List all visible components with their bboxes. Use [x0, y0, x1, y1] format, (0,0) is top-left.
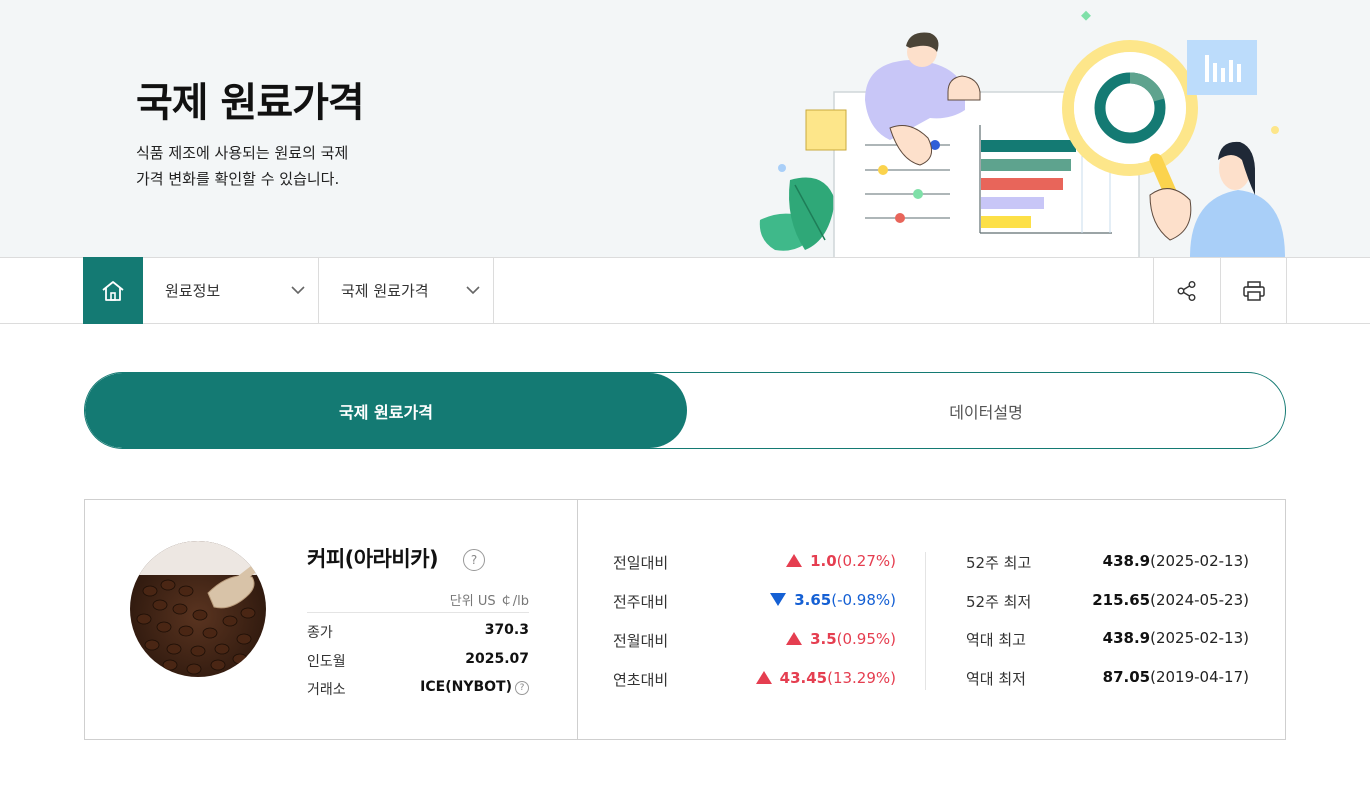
change-row-week: 전주대비 3.65(-0.98%) — [613, 590, 896, 612]
extreme-row-52w-low: 52주 최저 215.65(2024-05-23) — [966, 590, 1249, 612]
info-row-exchange: 거래소 ICE(NYBOT) ? — [307, 679, 529, 699]
extreme-row-alltime-high: 역대 최고 438.9(2025-02-13) — [966, 628, 1249, 650]
extreme-label: 역대 최저 — [966, 670, 1026, 688]
change-label: 전월대비 — [613, 632, 669, 650]
info-label: 거래소 — [307, 682, 346, 698]
extreme-value: 87.05(2019-04-17) — [1103, 668, 1249, 686]
print-icon — [1242, 280, 1265, 301]
change-label: 전주대비 — [613, 593, 669, 611]
extreme-price: 215.65 — [1092, 591, 1151, 609]
unit-label: 단위 US ￠/lb — [449, 594, 529, 609]
change-label: 전일대비 — [613, 554, 669, 572]
info-value: ICE(NYBOT) — [420, 679, 512, 695]
nav-dropdown-material-info[interactable]: 원료정보 — [143, 258, 319, 323]
extreme-label: 52주 최저 — [966, 593, 1032, 611]
page-description-line-2: 가격 변화를 확인할 수 있습니다. — [136, 170, 340, 188]
extreme-value: 438.9(2025-02-13) — [1103, 629, 1249, 647]
chevron-down-icon — [291, 286, 305, 295]
price-card: 커피(아라비카) ? 단위 US ￠/lb 종가 370.3 인도월 2025.… — [84, 499, 1286, 740]
coffee-beans-image — [130, 541, 266, 677]
home-button[interactable] — [83, 257, 143, 324]
change-percent: (13.29%) — [827, 669, 896, 687]
tab-intl-price[interactable]: 국제 원료가격 — [85, 373, 687, 448]
tab-data-description[interactable]: 데이터설명 — [687, 373, 1285, 448]
change-amount: 43.45 — [779, 669, 828, 687]
change-row-month: 전월대비 3.5(0.95%) — [613, 629, 896, 651]
chevron-down-icon — [466, 286, 480, 295]
home-icon — [102, 280, 124, 301]
change-label: 연초대비 — [613, 671, 669, 689]
page-title: 국제 원료가격 — [136, 80, 365, 126]
extreme-value: 215.65(2024-05-23) — [1092, 591, 1249, 609]
info-value: 370.3 — [484, 622, 529, 638]
extreme-price: 438.9 — [1102, 629, 1151, 647]
change-row-day: 전일대비 1.0(0.27%) — [613, 551, 896, 573]
print-button[interactable] — [1220, 258, 1287, 323]
share-button[interactable] — [1153, 258, 1220, 323]
change-value: 1.0(0.27%) — [786, 552, 896, 570]
nav-dropdown-label: 원료정보 — [165, 282, 221, 300]
extreme-row-52w-high: 52주 최고 438.9(2025-02-13) — [966, 551, 1249, 573]
hero-banner: 국제 원료가격 식품 제조에 사용되는 원료의 국제 가격 변화를 확인할 수 … — [0, 0, 1370, 257]
change-amount: 1.0 — [810, 552, 837, 570]
extreme-date: (2025-02-13) — [1150, 629, 1249, 647]
extreme-price: 438.9 — [1102, 552, 1151, 570]
extreme-price: 87.05 — [1102, 668, 1151, 686]
extreme-value: 438.9(2025-02-13) — [1103, 552, 1249, 570]
change-percent: (0.95%) — [836, 630, 896, 648]
help-icon[interactable]: ? — [515, 681, 529, 695]
share-icon — [1177, 280, 1196, 301]
change-percent: (0.27%) — [836, 552, 896, 570]
nav-dropdown-intl-price[interactable]: 국제 원료가격 — [319, 258, 494, 323]
change-value: 3.5(0.95%) — [786, 630, 896, 648]
extreme-row-alltime-low: 역대 최저 87.05(2019-04-17) — [966, 667, 1249, 689]
content-tabs: 국제 원료가격 데이터설명 — [84, 372, 1286, 449]
change-percent: (-0.98%) — [831, 591, 896, 609]
arrow-up-icon — [755, 671, 772, 684]
change-value: 43.45(13.29%) — [755, 669, 896, 687]
extreme-date: (2024-05-23) — [1150, 591, 1249, 609]
extreme-label: 52주 최고 — [966, 554, 1032, 572]
column-divider — [925, 552, 926, 690]
arrow-down-icon — [770, 593, 787, 606]
hero-illustration — [759, 10, 1285, 257]
divider — [307, 612, 529, 613]
info-value: 2025.07 — [465, 651, 529, 667]
info-label: 인도월 — [307, 654, 346, 670]
extreme-date: (2025-02-13) — [1150, 552, 1249, 570]
nav-dropdown-label: 국제 원료가격 — [341, 282, 429, 300]
page-description: 식품 제조에 사용되는 원료의 국제 가격 변화를 확인할 수 있습니다. — [136, 140, 396, 192]
change-amount: 3.5 — [810, 630, 837, 648]
extreme-label: 역대 최고 — [966, 631, 1026, 649]
info-row-close: 종가 370.3 — [307, 622, 529, 642]
arrow-up-icon — [786, 554, 803, 567]
item-name: 커피(아라비카) — [307, 547, 439, 571]
change-value: 3.65(-0.98%) — [770, 591, 896, 609]
coffee-beans-picture — [130, 541, 266, 677]
info-label: 종가 — [307, 625, 333, 641]
change-row-ytd: 연초대비 43.45(13.29%) — [613, 668, 896, 690]
extreme-date: (2019-04-17) — [1150, 668, 1249, 686]
location-navbar: 원료정보 국제 원료가격 — [0, 257, 1370, 324]
page-description-line-1: 식품 제조에 사용되는 원료의 국제 — [136, 144, 349, 162]
item-summary: 커피(아라비카) ? 단위 US ￠/lb 종가 370.3 인도월 2025.… — [85, 500, 578, 739]
help-icon[interactable]: ? — [463, 549, 485, 571]
info-row-delivery-month: 인도월 2025.07 — [307, 651, 529, 671]
change-amount: 3.65 — [794, 591, 832, 609]
arrow-up-icon — [786, 632, 803, 645]
